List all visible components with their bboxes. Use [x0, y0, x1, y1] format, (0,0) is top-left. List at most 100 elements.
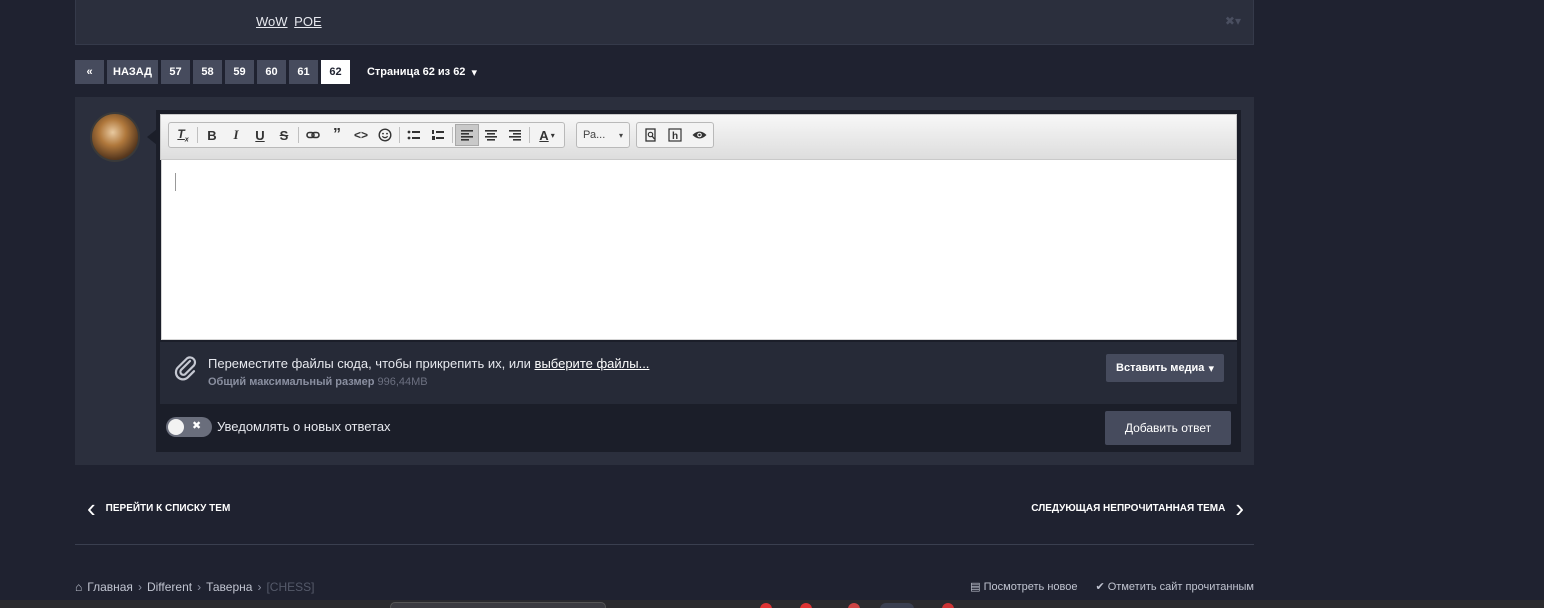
- strikethrough-button[interactable]: S: [272, 124, 296, 146]
- close-icon[interactable]: ✖▾: [1225, 14, 1241, 28]
- caret-down-icon: ▾: [1208, 362, 1214, 375]
- page-58-button[interactable]: 58: [192, 60, 222, 84]
- caret-down-icon: ▾: [471, 66, 477, 79]
- eye-icon: [692, 131, 706, 139]
- toolbar-separator: [298, 127, 299, 143]
- preview-button[interactable]: [639, 124, 663, 146]
- taskbar-app-icon[interactable]: [848, 603, 860, 608]
- notify-toggle[interactable]: ✖: [166, 417, 212, 437]
- chevron-right-icon: ›: [257, 580, 262, 594]
- page-61-button[interactable]: 61: [288, 60, 318, 84]
- pagination: « НАЗАД 57 58 59 60 61 62 Страница 62 из…: [75, 60, 477, 84]
- back-to-topic-list-link[interactable]: ‹ ПЕРЕЙТИ К СПИСКУ ТЕМ: [87, 493, 231, 523]
- source-code-icon: h: [668, 128, 682, 142]
- remove-format-button[interactable]: Tx: [171, 124, 195, 146]
- bold-icon: B: [207, 127, 217, 143]
- page-count-label: Страница 62 из 62: [366, 66, 466, 78]
- add-reply-button[interactable]: Добавить ответ: [1105, 411, 1231, 445]
- page-62-button-current[interactable]: 62: [320, 60, 350, 84]
- text-color-icon: A: [539, 127, 549, 143]
- attachment-dropzone[interactable]: Переместите файлы сюда, чтобы прикрепить…: [160, 342, 1237, 404]
- mark-read-link[interactable]: ✔ Отметить сайт прочитанным: [1095, 580, 1254, 593]
- toggle-knob: [168, 419, 184, 435]
- strikethrough-icon: S: [279, 127, 289, 143]
- svg-text:h: h: [672, 131, 678, 142]
- attachment-size-info: Общий максимальный размер 996,44MB: [208, 376, 428, 388]
- chevron-right-icon: ›: [197, 580, 202, 594]
- chevron-right-icon: ›: [1235, 493, 1244, 523]
- os-taskbar: [0, 600, 1544, 608]
- page-57-button[interactable]: 57: [160, 60, 190, 84]
- first-page-button[interactable]: «: [75, 60, 104, 84]
- page-59-button[interactable]: 59: [224, 60, 254, 84]
- font-size-select[interactable]: Ра... ▾: [579, 124, 627, 146]
- page-60-button[interactable]: 60: [256, 60, 286, 84]
- taskbar-app-icon[interactable]: [800, 603, 812, 608]
- align-left-button[interactable]: [455, 124, 479, 146]
- bold-button[interactable]: B: [200, 124, 224, 146]
- back-to-topic-list-label: ПЕРЕЙТИ К СПИСКУ ТЕМ: [105, 502, 231, 514]
- mark-read-label: Отметить сайт прочитанным: [1107, 581, 1254, 593]
- link-button[interactable]: [301, 124, 325, 146]
- underline-button[interactable]: U: [248, 124, 272, 146]
- toolbar-separator: [452, 127, 453, 143]
- toolbar-group-font: Ра... ▾: [576, 122, 630, 148]
- breadcrumb-different[interactable]: Different: [147, 580, 192, 594]
- underline-icon: U: [255, 127, 265, 143]
- page-count-dropdown[interactable]: Страница 62 из 62 ▾: [367, 66, 477, 79]
- bullet-list-icon: [407, 130, 420, 140]
- text-caret: [175, 173, 176, 191]
- reply-footer: ✖ Уведомлять о новых ответах Добавить от…: [160, 407, 1237, 447]
- next-unread-topic-link[interactable]: СЛЕДУЮЩАЯ НЕПРОЧИТАННАЯ ТЕМА ›: [1031, 493, 1244, 523]
- breadcrumb-current: [CHESS]: [266, 580, 315, 594]
- toolbar-group-formatting: Tx B I U S ” <> A ▾: [168, 122, 565, 148]
- view-new-link[interactable]: ▤ Посмотреть новое: [970, 580, 1077, 593]
- double-chevron-left-icon: «: [86, 66, 93, 78]
- code-button[interactable]: <>: [349, 124, 373, 146]
- align-right-button[interactable]: [503, 124, 527, 146]
- next-unread-topic-label: СЛЕДУЮЩАЯ НЕПРОЧИТАННАЯ ТЕМА: [1031, 502, 1226, 514]
- view-new-label: Посмотреть новое: [983, 581, 1078, 593]
- toolbar-separator: [529, 127, 530, 143]
- numbered-list-button[interactable]: [426, 124, 450, 146]
- breadcrumb-tavern[interactable]: Таверна: [206, 580, 252, 594]
- font-size-select-label: Ра...: [583, 129, 606, 141]
- avatar[interactable]: [90, 112, 140, 162]
- newspaper-icon: ▤: [970, 581, 981, 593]
- divider: [75, 544, 1254, 545]
- emoji-button[interactable]: [373, 124, 397, 146]
- attachment-size-label: Общий максимальный размер: [208, 376, 375, 388]
- toolbar-group-view: h: [636, 122, 714, 148]
- checkmark-icon: ✔: [1095, 581, 1105, 593]
- paperclip-icon: [174, 356, 197, 381]
- align-center-button[interactable]: [479, 124, 503, 146]
- taskbar-app-icon[interactable]: [760, 603, 772, 608]
- taskbar-search-box[interactable]: [390, 602, 606, 608]
- chevron-right-icon: ›: [137, 580, 142, 594]
- code-icon: <>: [353, 128, 368, 142]
- source-button[interactable]: h: [663, 124, 687, 146]
- taskbar-app-icon[interactable]: [942, 603, 954, 608]
- align-right-icon: [508, 129, 521, 141]
- attachment-instructions-text: Переместите файлы сюда, чтобы прикрепить…: [208, 356, 535, 371]
- prev-page-button[interactable]: НАЗАД: [107, 60, 158, 84]
- editor-toolbar: Tx B I U S ” <> A ▾ Ра... ▾ h: [160, 114, 1237, 160]
- toggle-view-button[interactable]: [687, 124, 711, 146]
- choose-files-link[interactable]: выберите файлы...: [535, 356, 650, 371]
- signature-link-wow[interactable]: WoW: [256, 14, 288, 29]
- insert-media-button[interactable]: Вставить медиа ▾: [1106, 354, 1224, 382]
- toolbar-separator: [399, 127, 400, 143]
- align-center-icon: [484, 129, 497, 141]
- notify-label[interactable]: Уведомлять о новых ответах: [217, 419, 391, 434]
- chevron-left-icon: ‹: [87, 493, 96, 523]
- insert-media-label: Вставить медиа: [1116, 362, 1205, 374]
- text-color-button[interactable]: A ▾: [532, 124, 562, 146]
- reply-editor-textarea[interactable]: [161, 160, 1237, 340]
- taskbar-app-icon-active[interactable]: [880, 603, 914, 608]
- italic-button[interactable]: I: [224, 124, 248, 146]
- bullet-list-button[interactable]: [402, 124, 426, 146]
- signature-link-poe[interactable]: POE: [294, 14, 321, 29]
- quote-button[interactable]: ”: [325, 124, 349, 146]
- remove-format-icon: Tx: [177, 126, 189, 144]
- breadcrumb-home[interactable]: Главная: [87, 580, 133, 594]
